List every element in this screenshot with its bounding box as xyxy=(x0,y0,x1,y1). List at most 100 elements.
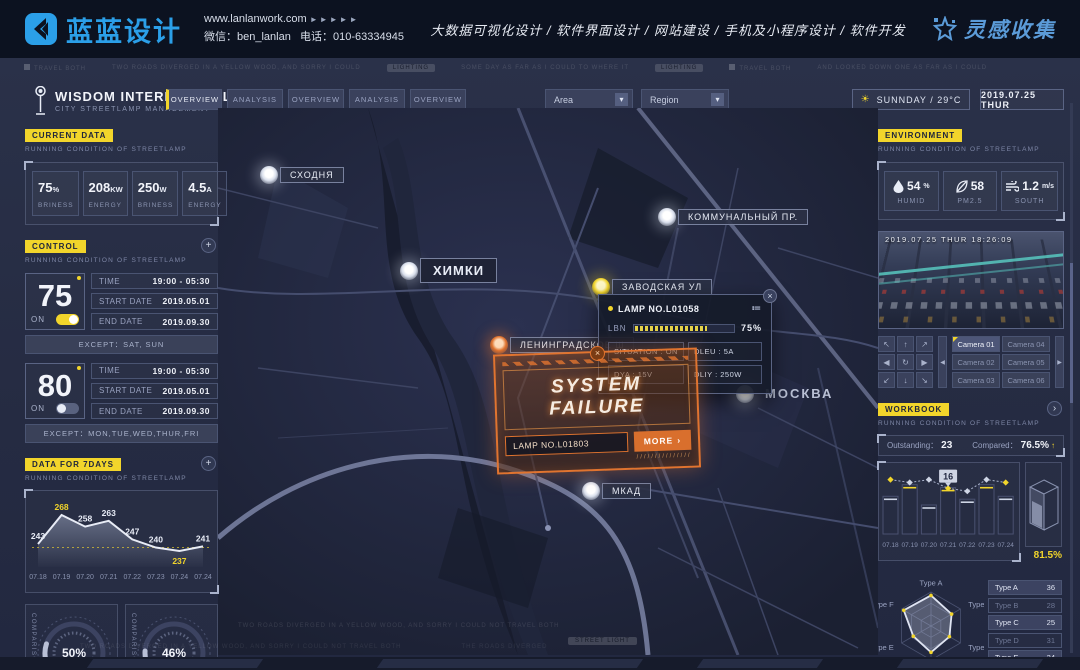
pin-label: КОММУНАЛЬНЫЙ ПР. xyxy=(678,209,808,225)
svg-text:07.18: 07.18 xyxy=(882,542,899,549)
tab-analysis-2[interactable]: ANALYSIS xyxy=(349,89,405,110)
time-row[interactable]: TIME19:00 - 05:30 xyxy=(91,363,218,379)
tab-overview-3[interactable]: OVERVIEW xyxy=(410,89,466,110)
pan-down-button[interactable]: ↓ xyxy=(897,372,914,388)
type-radar-chart: Type AType BType CType DType EType F xyxy=(878,572,984,670)
inspiration-star-icon xyxy=(932,16,958,42)
type-row-d[interactable]: Type D31 xyxy=(988,633,1062,648)
camera-list-prev-button[interactable]: ◀ xyxy=(938,336,947,388)
tab-analysis-1[interactable]: ANALYSIS xyxy=(227,89,283,110)
system-failure-popup: × SYSTEM FAILURE LAMP NO.L01803 MORE › /… xyxy=(493,347,701,474)
brightness-bar[interactable] xyxy=(633,324,735,333)
scrollbar-thumb[interactable] xyxy=(1070,263,1073,403)
workbook-badge: WORKBOOK xyxy=(878,403,949,416)
camera-list-next-button[interactable]: ▶ xyxy=(1055,336,1064,388)
left-panel-column: CURRENT DATA RUNNING CONDITION OF STREET… xyxy=(25,125,218,670)
workbook-more-button[interactable]: › xyxy=(1047,401,1062,416)
decor-strip: TRAVEL BOTH TWO ROADS DIVERGED IN A YELL… xyxy=(24,64,1056,72)
tab-overview-2[interactable]: OVERVIEW xyxy=(288,89,344,110)
field-dleu: DLEU : 5A xyxy=(688,342,762,361)
camera-feed[interactable]: 2019.07.25 THUR 18:26:09 xyxy=(878,231,1064,329)
environment-badge: ENVIRONMENT xyxy=(878,129,962,142)
tab-overview-1[interactable]: OVERVIEW xyxy=(166,89,222,110)
pan-up-left-button[interactable]: ↖ xyxy=(878,336,895,352)
cube-widget xyxy=(1025,462,1062,547)
pan-right-button[interactable]: ▶ xyxy=(916,354,933,370)
failure-title: SYSTEM FAILURE xyxy=(504,372,689,422)
lamp-pin-icon xyxy=(658,208,676,226)
chevron-right-icon: › xyxy=(677,435,681,445)
region-select[interactable]: Region ▾ xyxy=(641,89,729,110)
workbook-total-percent: 81.5% xyxy=(1025,550,1062,561)
arrows-decor: ►►►►► xyxy=(310,15,360,24)
close-icon[interactable]: × xyxy=(763,289,777,303)
pan-down-left-button[interactable]: ↙ xyxy=(878,372,895,388)
more-button[interactable]: MORE › xyxy=(633,430,691,452)
schedule-toggle[interactable] xyxy=(56,403,79,414)
dashboard: TRAVEL BOTH TWO ROADS DIVERGED IN A YELL… xyxy=(0,58,1080,670)
lanlan-logo-icon xyxy=(24,12,58,46)
add-schedule-button[interactable]: + xyxy=(201,238,216,253)
expand-chart-button[interactable]: + xyxy=(201,456,216,471)
stat-card-energy-kw: 208KW ENERGY xyxy=(83,171,128,216)
camera-06-button[interactable]: Camera 06 xyxy=(1002,372,1050,388)
logo-text: 蓝蓝设计 xyxy=(66,10,182,49)
schedule-block-1: 75 ON TIME19:00 - 05:30 START DATE2019.0… xyxy=(25,273,218,330)
reset-view-button[interactable]: ↻ xyxy=(897,354,914,370)
filter-bar: Area ▾ Region ▾ xyxy=(545,89,729,110)
pan-up-button[interactable]: ↑ xyxy=(897,336,914,352)
map-pin-khimki[interactable]: ХИМКИ xyxy=(400,258,497,283)
end-date-row[interactable]: END DATE2019.09.30 xyxy=(91,403,218,419)
logo[interactable]: 蓝蓝设计 xyxy=(24,10,182,49)
pan-up-right-button[interactable]: ↗ xyxy=(916,336,933,352)
camera-04-button[interactable]: Camera 04 xyxy=(1002,336,1050,352)
time-row[interactable]: TIME19:00 - 05:30 xyxy=(91,273,218,289)
schedule-toggle[interactable] xyxy=(56,314,79,325)
svg-text:07.20: 07.20 xyxy=(76,574,94,581)
panel-subtitle: RUNNING CONDITION OF STREETLAMP xyxy=(878,420,1064,427)
camera-02-button[interactable]: Camera 02 xyxy=(952,354,1000,370)
end-date-row[interactable]: END DATE2019.09.30 xyxy=(91,313,218,329)
seven-days-badge: DATA FOR 7DAYS xyxy=(25,458,121,471)
camera-05-button[interactable]: Camera 05 xyxy=(1002,354,1050,370)
current-data-badge: CURRENT DATA xyxy=(25,129,113,142)
city-map[interactable]: СХОДНЯ КОММУНАЛЬНЫЙ ПР. ХИМКИ ЗАВОДСКАЯ … xyxy=(218,108,878,655)
type-analysis-panel: Type AType BType CType DType EType F Typ… xyxy=(878,572,1064,670)
lighting-chip: LIGHTING xyxy=(387,64,435,72)
compared-value: 76.5% xyxy=(1021,440,1049,451)
camera-03-button[interactable]: Camera 03 xyxy=(952,372,1000,388)
camera-01-button[interactable]: Camera 01 xyxy=(952,336,1000,352)
svg-text:Type C: Type C xyxy=(968,643,984,652)
map-pin-kommunalny[interactable]: КОММУНАЛЬНЫЙ ПР. xyxy=(658,208,808,226)
screen: 蓝蓝设计 www.lanlanwork.com ►►►►► 微信：ben_lan… xyxy=(0,0,1080,670)
right-scrollbar[interactable] xyxy=(1070,103,1073,653)
failed-lamp-id: LAMP NO.L01803 xyxy=(505,432,628,456)
street-light-chip: STREET LIGHT xyxy=(568,637,637,645)
date-widget: 2019.07.25 THUR xyxy=(980,89,1064,110)
pin-label: МКАД xyxy=(602,483,651,499)
svg-text:Type A: Type A xyxy=(920,579,943,588)
type-row-c[interactable]: Type C25 xyxy=(988,615,1062,630)
svg-text:Type F: Type F xyxy=(878,600,894,609)
pan-left-button[interactable]: ◀ xyxy=(878,354,895,370)
type-row-b[interactable]: Type B28 xyxy=(988,598,1062,613)
start-date-row[interactable]: START DATE2019.05.01 xyxy=(91,383,218,399)
type-row-a[interactable]: Type A36 xyxy=(988,580,1062,595)
collect-brand[interactable]: 灵感收集 xyxy=(932,14,1056,44)
svg-text:07.24: 07.24 xyxy=(998,542,1015,549)
panel-subtitle: RUNNING CONDITION OF STREETLAMP xyxy=(25,475,218,482)
svg-text:243: 243 xyxy=(31,531,45,541)
website-link[interactable]: www.lanlanwork.com xyxy=(204,13,307,25)
pan-down-right-button[interactable]: ↘ xyxy=(916,372,933,388)
brightness-value: 75 xyxy=(31,278,79,314)
map-pin-mkad[interactable]: МКАД xyxy=(582,482,651,500)
sliders-icon[interactable]: ≔ xyxy=(751,303,762,314)
chevron-down-icon: ▾ xyxy=(711,93,724,106)
svg-text:07.24: 07.24 xyxy=(194,574,212,581)
start-date-row[interactable]: START DATE2019.05.01 xyxy=(91,293,218,309)
map-pin-skhodnya[interactable]: СХОДНЯ xyxy=(260,166,344,184)
lamp-id: LAMP NO.L01058 xyxy=(618,304,699,314)
svg-text:07.19: 07.19 xyxy=(902,542,919,549)
control-badge: CONTROL xyxy=(25,240,86,253)
area-select[interactable]: Area ▾ xyxy=(545,89,633,110)
